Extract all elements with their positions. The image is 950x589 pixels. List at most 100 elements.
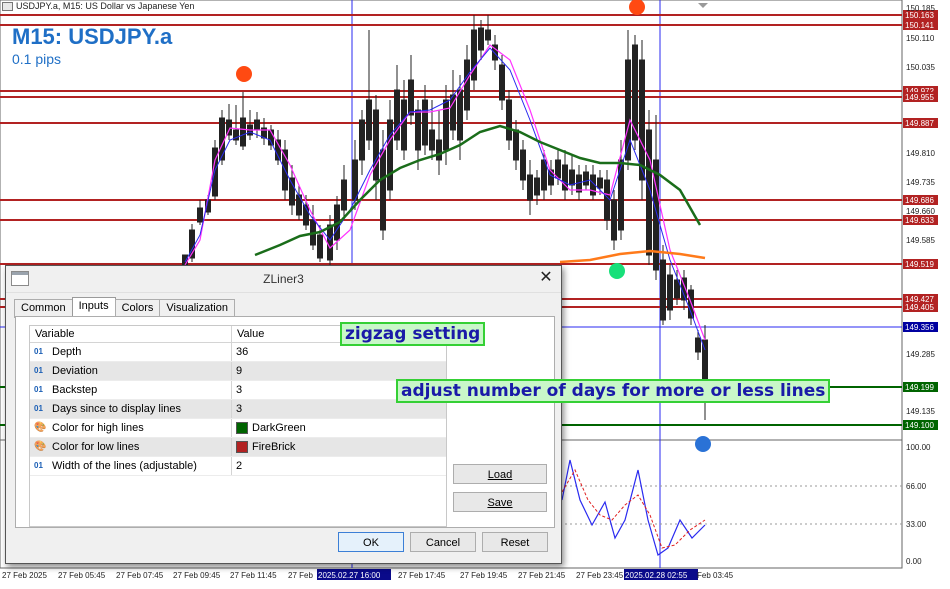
time-axis-label: 2025.02.28 02:55 — [625, 571, 688, 580]
integer-type-icon: 01 — [34, 366, 43, 375]
table-row[interactable]: 🎨 Color for high lines DarkGreen — [30, 419, 446, 438]
candle-body — [506, 99, 512, 141]
candle-body — [639, 59, 645, 181]
variable-cell: 🎨 Color for low lines — [30, 438, 232, 456]
candle-body — [520, 149, 526, 181]
chart-header: USDJPY.a, M15: US Dollar vs Japanese Yen — [2, 1, 194, 12]
price-axis-tick: 149.660 — [906, 207, 935, 216]
palette-icon: 🎨 — [34, 441, 47, 452]
zigzag-low-marker — [609, 263, 625, 279]
oscillator-axis-tick: 0.00 — [906, 557, 922, 566]
dialog-titlebar[interactable]: ZLiner3 ✕ — [6, 266, 561, 293]
value-text: 3 — [236, 384, 243, 396]
candle-body — [373, 109, 379, 181]
variable-name: Days since to display lines — [52, 403, 182, 415]
candle-body — [485, 29, 491, 41]
candle-body — [197, 207, 203, 223]
candle-body — [380, 149, 386, 231]
candle-body — [436, 139, 442, 161]
table-row[interactable]: 01 Deviation 9 — [30, 362, 446, 381]
time-axis-label: Feb 03:45 — [697, 571, 734, 580]
value-cell[interactable]: FireBrick — [232, 438, 446, 456]
load-button[interactable]: Load — [453, 464, 547, 484]
candle-body — [254, 119, 260, 131]
candle-body — [513, 129, 519, 161]
price-axis-tick: 150.035 — [906, 63, 935, 72]
oscillator-axis-tick: 66.00 — [906, 482, 927, 491]
candle-body — [182, 254, 188, 266]
table-row[interactable]: 01 Width of the lines (adjustable) 2 — [30, 457, 446, 476]
candle-body — [366, 99, 372, 141]
color-swatch — [236, 441, 248, 453]
save-button-label: Save — [487, 497, 513, 509]
candle-body — [555, 159, 561, 179]
candle-body — [327, 224, 333, 261]
table-row[interactable]: 🎨 Color for low lines FireBrick — [30, 438, 446, 457]
integer-type-icon: 01 — [34, 461, 43, 470]
ok-button[interactable]: OK — [338, 532, 404, 552]
palette-icon: 🎨 — [34, 422, 47, 433]
candle-body — [457, 89, 463, 141]
time-axis-label: 27 Feb 05:45 — [58, 571, 106, 580]
time-axis-label: 27 Feb 17:45 — [398, 571, 446, 580]
annotation-days: adjust number of days for more or less l… — [396, 379, 831, 403]
candle-body — [569, 169, 575, 186]
price-level-tag-text: 149.887 — [905, 119, 934, 128]
price-level-tag-text: 149.100 — [905, 421, 934, 430]
candle-body — [667, 274, 673, 311]
oscillator-axis-tick: 33.00 — [906, 520, 927, 529]
cancel-button[interactable]: Cancel — [410, 532, 476, 552]
variable-cell: 🎨 Color for high lines — [30, 419, 232, 437]
load-button-label: Load — [487, 469, 513, 481]
price-axis-tick: 150.110 — [906, 34, 935, 43]
chart-spread-label: 0.1 pips — [12, 51, 62, 67]
integer-type-icon: 01 — [34, 347, 43, 356]
table-body: 01 Depth 36 01 Deviation 9 01 Backstep 3 01 Days s… — [30, 343, 446, 476]
variable-name: Depth — [52, 346, 82, 358]
candle-body — [359, 119, 365, 161]
candle-body — [289, 177, 295, 206]
value-cell[interactable]: 9 — [232, 362, 446, 380]
zigzag-low-marker — [695, 436, 711, 452]
variable-cell: 01 Backstep — [30, 381, 232, 399]
value-cell[interactable]: DarkGreen — [232, 419, 446, 437]
variable-cell: 01 Depth — [30, 343, 232, 361]
time-axis-label: 27 Feb 23:45 — [576, 571, 624, 580]
candle-body — [527, 174, 533, 201]
price-level-tag-text: 149.519 — [905, 260, 934, 269]
value-text: 36 — [236, 346, 249, 358]
integer-type-icon: 01 — [34, 385, 43, 394]
zigzag-high-marker — [236, 66, 252, 82]
candle-body — [422, 99, 428, 146]
variable-cell: 01 Width of the lines (adjustable) — [30, 457, 232, 475]
candle-body — [352, 159, 358, 201]
table-row[interactable]: 01 Backstep 3 — [30, 381, 446, 400]
time-axis-label: 27 Feb 09:45 — [173, 571, 221, 580]
time-axis-label: 27 Feb — [288, 571, 313, 580]
price-level-tag-text: 149.405 — [905, 303, 934, 312]
price-level-tag-text: 149.686 — [905, 196, 934, 205]
close-icon[interactable]: ✕ — [537, 269, 555, 287]
price-axis-tick: 149.735 — [906, 178, 935, 187]
variable-name: Deviation — [52, 365, 98, 377]
reset-button[interactable]: Reset — [482, 532, 548, 552]
value-text: 2 — [236, 460, 243, 472]
candle-body — [611, 199, 617, 241]
inputs-panel: Variable Value 01 Depth 36 01 Deviation 9 01 Ba… — [15, 316, 555, 528]
candle-body — [240, 117, 246, 147]
value-text: 3 — [236, 403, 243, 415]
variable-name: Color for low lines — [52, 441, 140, 453]
candle-body — [408, 79, 414, 116]
column-header-variable[interactable]: Variable — [30, 326, 232, 342]
value-text: DarkGreen — [252, 422, 306, 434]
table-row[interactable]: 01 Days since to display lines 3 — [30, 400, 446, 419]
save-button[interactable]: Save — [453, 492, 547, 512]
chart-symbol-title: M15: USDJPY.a — [12, 24, 173, 49]
price-level-tag-text: 149.199 — [905, 383, 934, 392]
candle-body — [695, 337, 701, 353]
candle-body — [534, 177, 540, 196]
value-text: 9 — [236, 365, 243, 377]
value-cell[interactable]: 2 — [232, 457, 446, 475]
candle-body — [219, 117, 225, 161]
candle-body — [597, 177, 603, 189]
